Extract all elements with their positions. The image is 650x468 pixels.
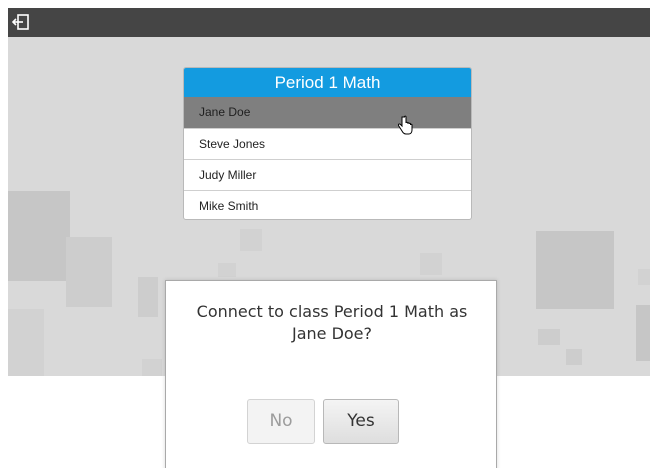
background-tile — [142, 359, 162, 376]
background-tile — [538, 329, 560, 345]
student-row-steve-jones[interactable]: Steve Jones — [184, 128, 471, 159]
dialog-message: Connect to class Period 1 Math as Jane D… — [196, 302, 468, 343]
background-tile — [8, 191, 70, 281]
background-tile — [636, 305, 650, 361]
background-tile — [566, 349, 582, 365]
student-row-jane-doe[interactable]: Jane Doe — [184, 97, 471, 128]
background-tile — [66, 237, 112, 307]
no-button[interactable]: No — [247, 399, 315, 444]
confirm-dialog: Connect to class Period 1 Math as Jane D… — [165, 280, 497, 468]
top-bar — [8, 8, 650, 37]
class-roster-panel: Period 1 Math Jane Doe Steve Jones Judy … — [183, 67, 472, 220]
yes-button[interactable]: Yes — [323, 399, 399, 444]
background-tile — [536, 231, 614, 309]
background-tile — [218, 263, 236, 277]
class-title: Period 1 Math — [184, 68, 471, 97]
app-window: Period 1 Math Jane Doe Steve Jones Judy … — [0, 0, 650, 468]
background-tile — [638, 269, 650, 285]
hand-pointer-icon — [398, 115, 413, 135]
background-tile — [8, 309, 44, 376]
background-tile — [138, 277, 158, 317]
background-tile — [420, 253, 442, 275]
student-row-mike-smith[interactable]: Mike Smith — [184, 190, 471, 219]
student-row-judy-miller[interactable]: Judy Miller — [184, 159, 471, 190]
exit-icon[interactable] — [11, 13, 31, 31]
background-tile — [240, 229, 262, 251]
